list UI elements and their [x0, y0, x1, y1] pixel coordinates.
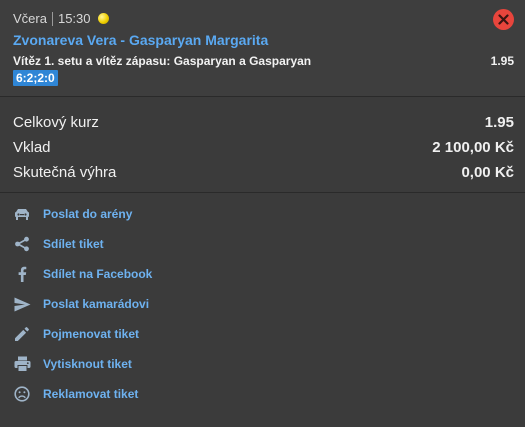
total-odd-value: 1.95	[484, 114, 514, 131]
score-badge: 6:2;2:0	[13, 70, 58, 86]
actual-win-label: Skutečná výhra	[13, 164, 117, 181]
send-to-friend-label: Poslat kamarádovi	[43, 297, 150, 311]
share-facebook-label: Sdílet na Facebook	[43, 267, 153, 281]
actual-win-value: 0,00 Kč	[461, 164, 514, 181]
name-ticket-action[interactable]: Pojmenovat tiket	[13, 325, 139, 343]
send-to-arena-action[interactable]: Poslat do arény	[13, 205, 132, 223]
totals-section: Celkový kurz 1.95 Vklad 2 100,00 Kč Skut…	[0, 97, 525, 192]
close-button[interactable]	[493, 9, 514, 30]
send-to-arena-label: Poslat do arény	[43, 207, 133, 221]
stake-label: Vklad	[13, 139, 51, 156]
actual-win-row: Skutečná výhra 0,00 Kč	[13, 164, 514, 181]
match-link[interactable]: Zvonareva Vera - Gasparyan Margarita	[13, 32, 268, 48]
share-ticket-action[interactable]: Sdílet tiket	[13, 235, 104, 253]
name-ticket-label: Pojmenovat tiket	[43, 327, 140, 341]
bet-odd: 1.95	[490, 54, 514, 68]
share-ticket-label: Sdílet tiket	[43, 237, 104, 251]
share-facebook-action[interactable]: Sdílet na Facebook	[13, 265, 152, 283]
pencil-icon	[13, 325, 31, 343]
complain-ticket-label: Reklamovat tiket	[43, 387, 139, 401]
bet-section: Včera 15:30 Zvonareva Vera - Gasparyan M…	[0, 0, 525, 96]
bet-day: Včera	[13, 11, 47, 26]
total-odd-label: Celkový kurz	[13, 114, 99, 131]
actions-list: Poslat do arény Sdílet tiket Sdílet na F…	[0, 193, 525, 427]
stake-value: 2 100,00 Kč	[432, 139, 514, 156]
close-icon	[498, 14, 509, 25]
print-ticket-label: Vytisknout tiket	[43, 357, 132, 371]
bet-time: 15:30	[57, 11, 91, 26]
printer-icon	[13, 355, 31, 373]
share-icon	[13, 235, 31, 253]
sad-face-icon	[13, 385, 31, 403]
arena-icon	[13, 205, 31, 223]
send-icon	[13, 295, 31, 313]
facebook-icon	[13, 265, 31, 283]
total-odd-row: Celkový kurz 1.95	[13, 114, 514, 131]
stake-row: Vklad 2 100,00 Kč	[13, 139, 514, 156]
ticket-panel: Včera 15:30 Zvonareva Vera - Gasparyan M…	[0, 0, 525, 427]
send-to-friend-action[interactable]: Poslat kamarádovi	[13, 295, 149, 313]
bet-selection: Vítěz 1. setu a vítěz zápasu: Gasparyan …	[13, 54, 312, 68]
tennis-ball-icon	[97, 13, 109, 24]
complain-ticket-action[interactable]: Reklamovat tiket	[13, 385, 138, 403]
print-ticket-action[interactable]: Vytisknout tiket	[13, 355, 132, 373]
separator	[51, 11, 53, 26]
bet-meta: Včera 15:30	[13, 11, 109, 26]
